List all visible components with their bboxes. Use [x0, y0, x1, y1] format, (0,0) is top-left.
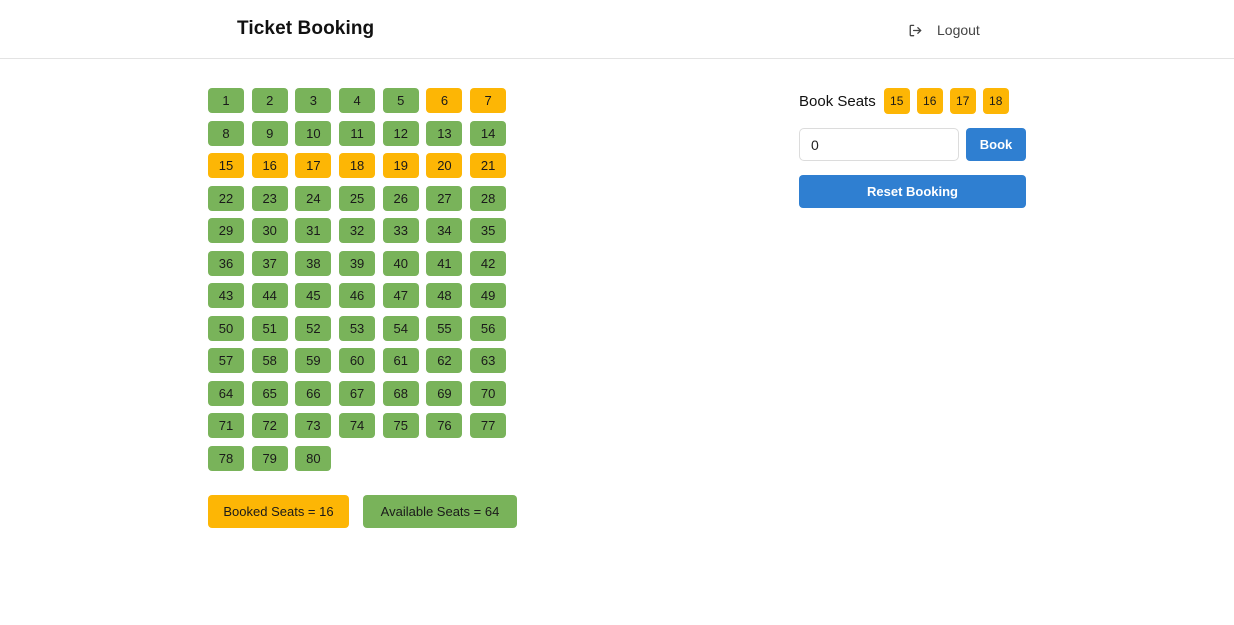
seat-64[interactable]: 64: [208, 380, 244, 406]
seat-53[interactable]: 53: [339, 315, 376, 341]
seat-22[interactable]: 22: [208, 185, 244, 211]
seat-1[interactable]: 1: [208, 88, 244, 113]
seat-11[interactable]: 11: [339, 120, 376, 146]
seat-6[interactable]: 6: [426, 88, 463, 113]
seat-61[interactable]: 61: [382, 348, 419, 373]
seat-13[interactable]: 13: [426, 120, 463, 146]
seat-78[interactable]: 78: [208, 445, 244, 471]
seat-45[interactable]: 45: [295, 283, 332, 308]
seat-2[interactable]: 2: [251, 88, 288, 113]
booking-input-row: Book: [799, 128, 1026, 161]
seat-17[interactable]: 17: [295, 153, 332, 178]
seat-51[interactable]: 51: [251, 315, 288, 341]
seat-10[interactable]: 10: [295, 120, 332, 146]
seat-40[interactable]: 40: [382, 250, 419, 276]
book-seats-row: Book Seats 15 16 17 18: [799, 88, 1026, 114]
seat-41[interactable]: 41: [426, 250, 463, 276]
booking-panel: Book Seats 15161718 Book Reset Booking: [799, 88, 1026, 208]
selected-seat-chip: 17: [949, 88, 976, 114]
seat-39[interactable]: 39: [339, 250, 376, 276]
seat-72[interactable]: 72: [251, 413, 288, 438]
seat-4[interactable]: 4: [339, 88, 376, 113]
seat-8[interactable]: 8: [208, 120, 244, 146]
seat-60[interactable]: 60: [339, 348, 376, 373]
seat-76[interactable]: 76: [426, 413, 463, 438]
seat-73[interactable]: 73: [295, 413, 332, 438]
seat-50[interactable]: 50: [208, 315, 244, 341]
seat-70[interactable]: 70: [470, 380, 507, 406]
seat-65[interactable]: 65: [251, 380, 288, 406]
seat-48[interactable]: 48: [426, 283, 463, 308]
seat-34[interactable]: 34: [426, 218, 463, 243]
seat-59[interactable]: 59: [295, 348, 332, 373]
seat-37[interactable]: 37: [251, 250, 288, 276]
seat-44[interactable]: 44: [251, 283, 288, 308]
seat-38[interactable]: 38: [295, 250, 332, 276]
seat-54[interactable]: 54: [382, 315, 419, 341]
seat-14[interactable]: 14: [470, 120, 507, 146]
seat-29[interactable]: 29: [208, 218, 244, 243]
seat-71[interactable]: 71: [208, 413, 244, 438]
seat-28[interactable]: 28: [470, 185, 507, 211]
seat-66[interactable]: 66: [295, 380, 332, 406]
logout-button[interactable]: Logout: [908, 20, 980, 40]
seat-63[interactable]: 63: [470, 348, 507, 373]
seat-32[interactable]: 32: [339, 218, 376, 243]
selected-seat-chip: 16: [916, 88, 943, 114]
seat-26[interactable]: 26: [382, 185, 419, 211]
reset-booking-button[interactable]: Reset Booking: [799, 175, 1026, 208]
booked-seats-summary: Booked Seats = 16: [208, 495, 349, 528]
seat-46[interactable]: 46: [339, 283, 376, 308]
seat-30[interactable]: 30: [251, 218, 288, 243]
seat-9[interactable]: 9: [251, 120, 288, 146]
available-seats-summary: Available Seats = 64: [363, 495, 517, 528]
seat-42[interactable]: 42: [470, 250, 507, 276]
seat-33[interactable]: 33: [382, 218, 419, 243]
seat-67[interactable]: 67: [339, 380, 376, 406]
seat-15[interactable]: 15: [208, 153, 244, 178]
seat-count-input[interactable]: [799, 128, 959, 161]
seat-74[interactable]: 74: [339, 413, 376, 438]
seat-3[interactable]: 3: [295, 88, 332, 113]
seat-69[interactable]: 69: [426, 380, 463, 406]
seat-75[interactable]: 75: [382, 413, 419, 438]
seat-49[interactable]: 49: [470, 283, 507, 308]
seat-5[interactable]: 5: [382, 88, 419, 113]
seat-80[interactable]: 80: [295, 445, 332, 471]
selected-seat-chip: 15: [883, 88, 910, 114]
seat-20[interactable]: 20: [426, 153, 463, 178]
logout-icon: [908, 23, 923, 38]
seat-12[interactable]: 12: [382, 120, 419, 146]
seat-23[interactable]: 23: [251, 185, 288, 211]
seat-62[interactable]: 62: [426, 348, 463, 373]
seat-55[interactable]: 55: [426, 315, 463, 341]
seat-35[interactable]: 35: [470, 218, 507, 243]
seat-19[interactable]: 19: [382, 153, 419, 178]
app-header: Ticket Booking Logout: [0, 0, 1234, 59]
seat-36[interactable]: 36: [208, 250, 244, 276]
seat-21[interactable]: 21: [470, 153, 507, 178]
seat-56[interactable]: 56: [470, 315, 507, 341]
seat-18[interactable]: 18: [339, 153, 376, 178]
logout-label: Logout: [937, 22, 980, 38]
seat-grid: 1 2 3 4 5 6 7 8 9 10 11 12 13 14 15 16 17 18 19 20 21 22 23 24 2…: [208, 88, 507, 471]
seat-77[interactable]: 77: [470, 413, 507, 438]
seat-58[interactable]: 58: [251, 348, 288, 373]
seat-25[interactable]: 25: [339, 185, 376, 211]
selected-seat-chip: 18: [982, 88, 1009, 114]
app-title: Ticket Booking: [237, 18, 375, 39]
seat-52[interactable]: 52: [295, 315, 332, 341]
seat-57[interactable]: 57: [208, 348, 244, 373]
seat-27[interactable]: 27: [426, 185, 463, 211]
seat-79[interactable]: 79: [251, 445, 288, 471]
seat-68[interactable]: 68: [382, 380, 419, 406]
seat-24[interactable]: 24: [295, 185, 332, 211]
seat-7[interactable]: 7: [470, 88, 507, 113]
book-button[interactable]: Book: [966, 128, 1026, 161]
seat-47[interactable]: 47: [382, 283, 419, 308]
seat-16[interactable]: 16: [251, 153, 288, 178]
seat-43[interactable]: 43: [208, 283, 244, 308]
seat-31[interactable]: 31: [295, 218, 332, 243]
book-seats-label: Book Seats: [799, 92, 876, 110]
